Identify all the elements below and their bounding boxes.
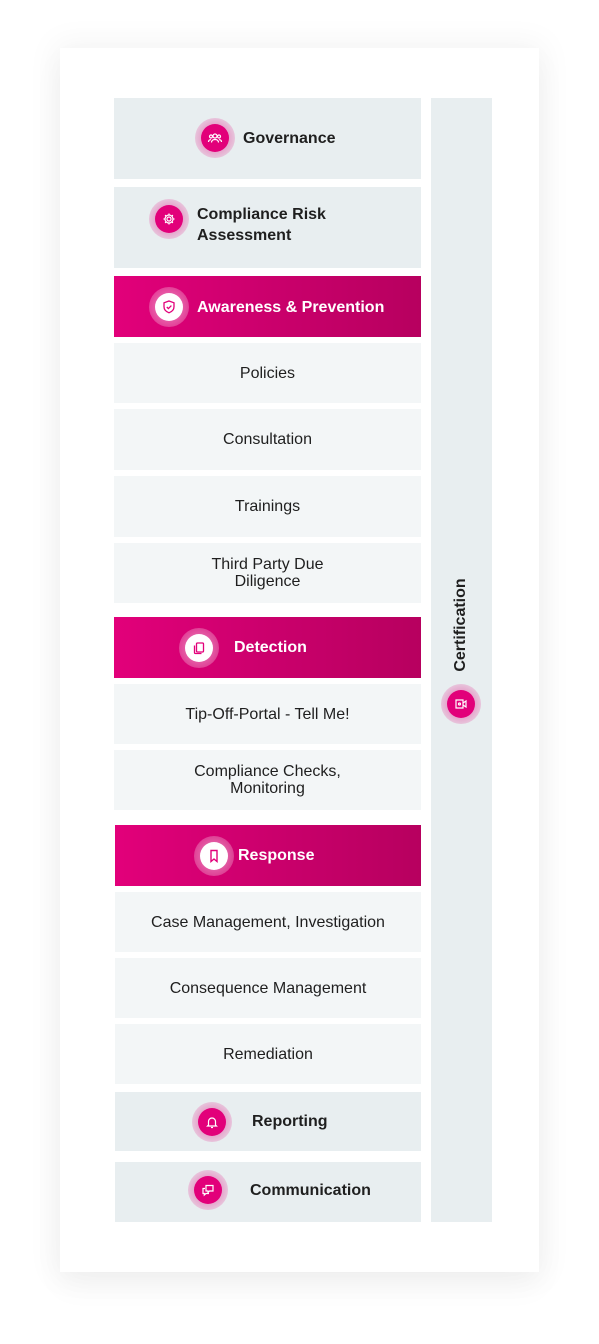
label-line: Monitoring	[230, 780, 305, 797]
section-label: Detection	[234, 639, 307, 656]
section-label: Awareness & Prevention	[197, 299, 385, 316]
section-detection: Detection	[114, 617, 421, 678]
item-tip-off-portal: Tip-Off-Portal - Tell Me!	[114, 684, 421, 744]
item-label: Third Party Due Diligence	[211, 556, 323, 590]
section-reporting: Reporting	[115, 1092, 421, 1151]
section-response: Response	[115, 825, 421, 886]
communication-icon-badge	[188, 1170, 228, 1210]
item-case-management: Case Management, Investigation	[115, 892, 421, 952]
item-label: Case Management, Investigation	[151, 913, 385, 931]
label-line: Assessment	[197, 227, 292, 244]
documents-icon	[193, 642, 205, 655]
gear-icon	[163, 213, 175, 225]
certification-icon-badge	[441, 684, 481, 724]
item-label: Compliance Checks, Monitoring	[194, 763, 341, 797]
label-line: Compliance Checks,	[194, 763, 341, 780]
item-label: Policies	[239, 364, 296, 382]
item-policies: Policies	[114, 343, 421, 403]
shield-check-icon	[163, 300, 175, 314]
section-label: Communication	[250, 1182, 371, 1199]
item-label: Trainings	[234, 498, 301, 515]
section-label: Response	[238, 847, 315, 864]
label-line: Diligence	[234, 573, 301, 590]
section-governance: Governance	[114, 98, 421, 179]
bell-icon	[206, 1117, 218, 1129]
label-line: Third Party Due	[211, 556, 324, 573]
item-consequence-management: Consequence Management	[115, 958, 421, 1018]
governance-icon-badge	[195, 118, 235, 158]
item-trainings: Trainings	[114, 476, 421, 537]
item-label: Remediation	[223, 1045, 313, 1063]
item-consultation: Consultation	[114, 409, 421, 470]
section-communication: Communication	[115, 1162, 421, 1222]
item-label: Consultation	[223, 431, 312, 448]
section-label: Compliance Risk Assessment	[197, 204, 326, 246]
certificate-video-icon	[455, 699, 467, 709]
people-group-icon	[207, 133, 223, 143]
response-icon-badge	[194, 836, 234, 876]
item-third-party-due-diligence: Third Party Due Diligence	[114, 543, 421, 603]
bookmark-icon	[210, 849, 218, 863]
section-label: Governance	[243, 130, 336, 147]
chat-bubbles-icon	[202, 1184, 214, 1197]
section-compliance-risk-assessment: Compliance Risk Assessment	[114, 187, 421, 268]
item-compliance-checks: Compliance Checks, Monitoring	[114, 750, 421, 810]
awareness-icon-badge	[149, 287, 189, 327]
reporting-icon-badge	[192, 1102, 232, 1142]
risk-icon-badge	[149, 199, 189, 239]
certification-label: Certification	[452, 578, 469, 672]
section-awareness-prevention: Awareness & Prevention	[114, 276, 421, 337]
section-label: Reporting	[252, 1113, 328, 1130]
item-label: Tip-Off-Portal - Tell Me!	[185, 705, 350, 723]
label-line: Compliance Risk	[197, 206, 326, 223]
item-label: Consequence Management	[169, 979, 367, 997]
item-remediation: Remediation	[115, 1024, 421, 1084]
detection-icon-badge	[179, 628, 219, 668]
